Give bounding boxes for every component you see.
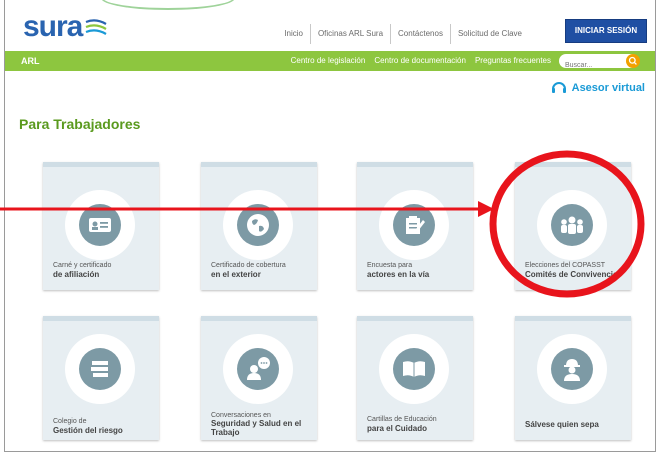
card-title: en el exterior <box>211 270 261 279</box>
card-icon-circle <box>379 334 449 404</box>
card-icon-circle <box>379 190 449 260</box>
card-strip <box>43 162 159 167</box>
card-icon-circle <box>65 334 135 404</box>
search-icon <box>628 56 637 65</box>
green-nav-bar: ARL Centro de legislación Centro de docu… <box>5 51 655 73</box>
card-subtitle: Colegio de <box>53 418 87 425</box>
card-icon-circle <box>537 334 607 404</box>
card-subtitle: Conversaciones en <box>211 412 271 419</box>
card-subtitle: Carné y certificado <box>53 262 112 269</box>
search-box <box>559 54 640 73</box>
card-copasst[interactable]: Elecciones del COPASST Comités de Conviv… <box>515 162 631 290</box>
card-strip <box>201 162 317 167</box>
card-strip <box>515 162 631 167</box>
card-icon-circle <box>223 190 293 260</box>
card-title: Comités de Convivencia <box>525 270 618 279</box>
decorative-arc <box>101 0 235 10</box>
login-button[interactable]: INICIAR SESIÓN <box>565 19 647 43</box>
card-strip <box>201 316 317 321</box>
link-legislacion[interactable]: Centro de legislación <box>291 51 366 71</box>
card-title: Seguridad y Salud en el Trabajo <box>211 419 302 437</box>
card-cartillas[interactable]: Cartillas de Educación para el Cuidado <box>357 316 473 440</box>
section-label[interactable]: ARL <box>21 51 40 71</box>
card-strip <box>357 316 473 321</box>
card-subtitle: Certificado de cobertura <box>211 262 286 269</box>
card-gestion-riesgo[interactable]: Colegio de Gestión del riesgo <box>43 316 159 440</box>
card-title: actores en la vía <box>367 270 430 279</box>
search-input[interactable] <box>559 58 627 73</box>
card-title: Gestión del riesgo <box>53 426 123 435</box>
link-documentacion[interactable]: Centro de documentación <box>374 51 466 71</box>
nav-inicio[interactable]: Inicio <box>277 24 311 44</box>
books-icon <box>79 348 121 390</box>
card-conversaciones[interactable]: Conversaciones en Seguridad y Salud en e… <box>201 316 317 440</box>
logo-wave-icon <box>85 19 107 35</box>
card-carne-afiliacion[interactable]: Carné y certificado de afiliación <box>43 162 159 290</box>
card-cobertura-exterior[interactable]: Certificado de cobertura en el exterior <box>201 162 317 290</box>
card-title: para el Cuidado <box>367 424 428 433</box>
headset-icon <box>551 82 566 93</box>
card-icon-circle <box>65 190 135 260</box>
card-encuesta[interactable]: Encuesta para actores en la vía <box>357 162 473 290</box>
card-subtitle: Encuesta para <box>367 262 413 269</box>
worker-helmet-icon <box>551 348 593 390</box>
asesor-virtual-link[interactable]: Asesor virtual <box>551 81 645 95</box>
logo-text: sura <box>23 10 83 43</box>
open-book-icon <box>393 348 435 390</box>
card-icon-circle <box>223 334 293 404</box>
nav-solicitud-clave[interactable]: Solicitud de Clave <box>451 24 529 44</box>
id-card-icon <box>79 204 121 246</box>
card-strip <box>357 162 473 167</box>
globe-icon <box>237 204 279 246</box>
link-preguntas[interactable]: Preguntas frecuentes <box>475 51 551 71</box>
card-title: Sálvese quien sepa <box>525 420 599 429</box>
survey-icon <box>393 204 435 246</box>
group-icon <box>551 204 593 246</box>
asesor-label: Asesor virtual <box>571 82 645 94</box>
search-button[interactable] <box>626 54 640 68</box>
card-strip <box>515 316 631 321</box>
card-title: de afiliación <box>53 270 100 279</box>
page-title: Para Trabajadores <box>19 116 141 132</box>
nav-contactenos[interactable]: Contáctenos <box>391 24 451 44</box>
card-strip <box>43 316 159 321</box>
nav-oficinas[interactable]: Oficinas ARL Sura <box>311 24 392 44</box>
top-nav: Inicio Oficinas ARL Sura Contáctenos Sol… <box>277 24 529 44</box>
card-icon-circle <box>537 190 607 260</box>
conversation-icon <box>237 348 279 390</box>
page-frame: sura Inicio Oficinas ARL Sura Contácteno… <box>4 0 656 452</box>
card-subtitle: Elecciones del COPASST <box>525 262 606 269</box>
card-salvese[interactable]: Sálvese quien sepa <box>515 316 631 440</box>
green-nav-links: Centro de legislación Centro de document… <box>291 51 551 71</box>
sura-logo[interactable]: sura <box>23 12 108 42</box>
card-subtitle: Cartillas de Educación <box>367 416 437 423</box>
